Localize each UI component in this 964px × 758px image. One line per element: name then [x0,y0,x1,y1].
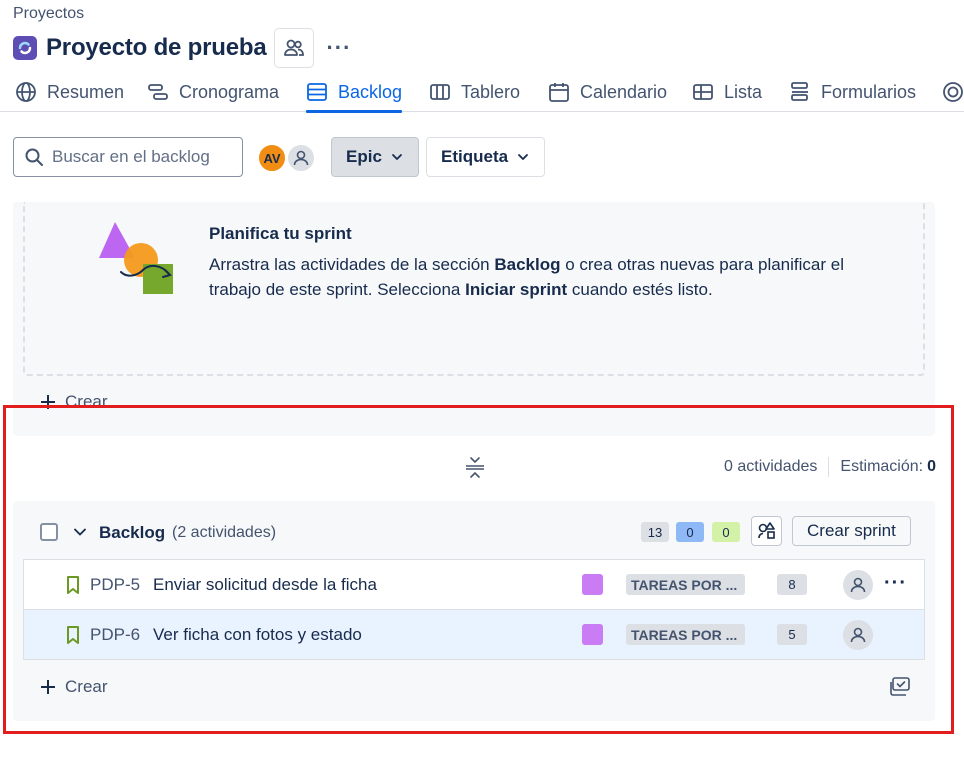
target-icon [943,82,963,102]
user-icon [293,150,309,166]
backlog-header: Backlog (2 actividades) 13 0 0 Crear spr… [13,501,935,559]
plan-text-part: cuando estés listo. [567,280,713,299]
backlog-count: (2 actividades) [172,524,277,541]
issue-more-button[interactable]: ··· [884,572,907,595]
project-icon [13,36,37,60]
insights-button[interactable] [751,516,782,546]
plan-text-bold: Backlog [494,255,561,274]
sprint-create-button[interactable]: Crear [39,392,108,412]
bulk-create-icon[interactable] [889,677,911,697]
story-icon [67,626,79,644]
epic-filter-label: Epic [346,147,382,166]
tab-formularios[interactable]: Formularios [789,72,916,112]
sprint-summary: 0 actividades Estimación: 0 [724,457,936,477]
tab-more[interactable] [942,72,964,112]
list-icon [693,84,713,100]
sprint-illustration-icon [99,222,173,294]
tab-calendario[interactable]: Calendario [548,72,667,112]
sprint-activities-count: 0 actividades [724,458,818,475]
tab-label: Cronograma [179,81,280,102]
backlog-issue-row[interactable]: PDP-6 Ver ficha con fotos y estado TAREA… [23,609,925,660]
search-input[interactable]: Buscar en el backlog [13,137,243,177]
tab-backlog[interactable]: Backlog [306,72,403,113]
globe-icon [16,82,36,102]
todo-points-badge: 13 [641,522,669,542]
assignee-avatar[interactable] [843,570,873,600]
plan-sprint-text: Arrastra las actividades de la sección B… [209,252,869,302]
search-placeholder: Buscar en el backlog [52,147,210,166]
backlog-issue-row[interactable]: PDP-5 Enviar solicitud desde la ficha TA… [23,559,925,610]
issue-status-badge[interactable]: TAREAS POR ... [626,624,745,645]
board-icon [430,84,450,100]
avatar-unassigned[interactable] [286,143,316,173]
issue-status-badge[interactable]: TAREAS POR ... [626,574,745,595]
tab-tablero[interactable]: Tablero [429,72,520,112]
assignee-avatar[interactable] [843,620,873,650]
more-actions-button[interactable]: ··· [326,37,351,59]
tag-filter-button[interactable]: Etiqueta [426,137,546,177]
chevron-down-icon [392,154,402,161]
story-icon [67,576,79,594]
story-points-badge[interactable]: 8 [777,574,807,595]
epic-color-badge[interactable] [582,624,603,645]
plus-icon [41,395,55,409]
tab-cronograma[interactable]: Cronograma [147,72,279,112]
plus-icon [41,680,55,694]
tab-label: Formularios [821,81,917,102]
user-icon [850,627,866,643]
inprogress-points-badge: 0 [676,522,704,542]
calendar-icon [549,83,569,102]
backlog-panel: Backlog (2 actividades) 13 0 0 Crear spr… [13,501,935,721]
create-label: Crear [65,677,108,696]
page-title: Proyecto de prueba [46,34,267,61]
plan-text-part: Arrastra las actividades de la sección [209,255,495,274]
user-icon [850,577,866,593]
done-points-badge: 0 [712,522,740,542]
tab-label: Resumen [47,81,125,102]
forms-icon [791,82,808,101]
chevron-down-icon [518,154,528,161]
resize-handle-icon[interactable] [464,455,486,479]
plan-text-bold: Iniciar sprint [465,280,568,299]
backlog-icon [307,83,327,101]
estimation-label: Estimación: [840,458,924,475]
team-button[interactable] [274,28,315,68]
issue-summary[interactable]: Ver ficha con fotos y estado [153,625,362,645]
people-icon [284,39,305,56]
issue-summary[interactable]: Enviar solicitud desde la ficha [153,575,377,595]
story-points-badge[interactable]: 5 [777,624,807,645]
estimation-value: 0 [927,458,936,475]
divider [828,457,830,477]
tab-label: Tablero [461,81,521,102]
tag-filter-label: Etiqueta [441,147,509,166]
breadcrumb[interactable]: Proyectos [13,5,84,23]
tab-label: Calendario [580,81,668,102]
shapes-icon [757,522,775,539]
avatar-av[interactable]: AV [257,143,287,173]
project-tabs: Resumen Cronograma Backlog Tablero Calen… [0,72,964,113]
backlog-title: Backlog [99,523,166,542]
tab-label: Backlog [338,81,403,102]
backlog-select-checkbox[interactable] [40,523,58,541]
issue-key[interactable]: PDP-6 [90,625,140,645]
create-sprint-button[interactable]: Crear sprint [792,516,911,546]
tab-resumen[interactable]: Resumen [15,72,124,112]
search-icon [25,148,43,166]
project-header: Proyecto de prueba ··· [13,28,351,68]
backlog-create-button[interactable]: Crear [39,677,108,697]
epic-filter-button[interactable]: Epic [331,137,419,177]
timeline-icon [148,84,168,100]
tab-lista[interactable]: Lista [692,72,762,112]
issue-key[interactable]: PDP-5 [90,575,140,595]
epic-color-badge[interactable] [582,574,603,595]
plan-sprint-title: Planifica tu sprint [209,224,352,243]
chevron-down-icon[interactable] [73,525,87,539]
create-label: Crear [65,392,108,411]
tab-label: Lista [724,81,763,102]
sprint-panel: Planifica tu sprint Arrastra las activid… [13,202,935,436]
